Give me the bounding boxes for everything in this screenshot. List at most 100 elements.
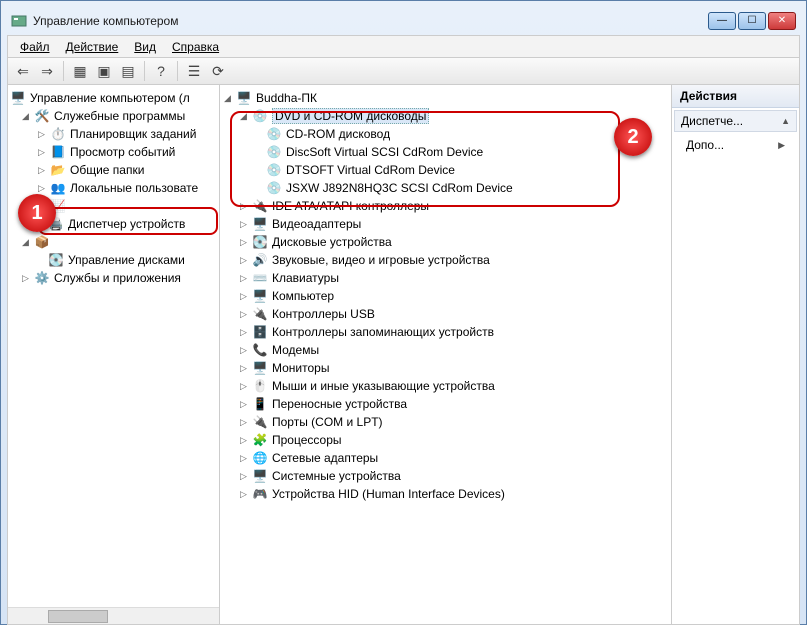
dev-system[interactable]: ▷🖥️Системные устройства — [222, 467, 669, 485]
collapse-icon[interactable]: ◢ — [20, 237, 31, 248]
dev-hid[interactable]: ▷🎮Устройства HID (Human Interface Device… — [222, 485, 669, 503]
left-pane: 🖥️ Управление компьютером (л ◢ 🛠️ Служеб… — [8, 85, 220, 624]
forward-button[interactable]: ⇒ — [36, 60, 58, 82]
view-button[interactable]: ▣ — [93, 60, 115, 82]
toolbar: ⇐ ⇒ ▦ ▣ ▤ ? ☰ ⟳ — [7, 57, 800, 85]
dev-net[interactable]: ▷🌐Сетевые адаптеры — [222, 449, 669, 467]
cdrom-icon: 💿 — [266, 180, 282, 196]
tree-task-scheduler[interactable]: ▷ ⏱️ Планировщик заданий — [10, 125, 217, 143]
tools-icon: 🛠️ — [34, 108, 50, 124]
expand-icon[interactable]: ▷ — [36, 183, 47, 194]
actions-pane: Действия Диспетче... ▲ Допо... ▶ — [671, 85, 799, 624]
keyboard-icon: ⌨️ — [252, 270, 268, 286]
dev-cpu[interactable]: ▷🧩Процессоры — [222, 431, 669, 449]
display-icon: 🖥️ — [252, 216, 268, 232]
cdrom-icon: 💿 — [266, 126, 282, 142]
menu-file[interactable]: Файл — [14, 38, 56, 56]
dev-mouse[interactable]: ▷🖱️Мыши и иные указывающие устройства — [222, 377, 669, 395]
log-icon: 📘 — [50, 144, 66, 160]
menu-view[interactable]: Вид — [128, 38, 162, 56]
dev-modem[interactable]: ▷📞Модемы — [222, 341, 669, 359]
share-icon: 📂 — [50, 162, 66, 178]
modem-icon: 📞 — [252, 342, 268, 358]
dev-ports[interactable]: ▷🔌Порты (COM и LPT) — [222, 413, 669, 431]
device-tree[interactable]: ◢ 🖥️ Buddha-ПК ◢ 💿 DVD и CD-ROM дисковод… — [220, 85, 671, 507]
portable-icon: 📱 — [252, 396, 268, 412]
services-icon: ⚙️ — [34, 270, 50, 286]
tree-storage[interactable]: ◢ 📦 — [10, 233, 217, 251]
collapse-icon[interactable]: ◢ — [238, 111, 249, 122]
storage-ctl-icon: 🗄️ — [252, 324, 268, 340]
left-scrollbar[interactable] — [8, 607, 219, 624]
maximize-button[interactable]: ☐ — [738, 12, 766, 30]
tree-shared-folders[interactable]: ▷ 📂 Общие папки — [10, 161, 217, 179]
tree-disk-mgmt[interactable]: 💽 Управление дисками — [10, 251, 217, 269]
dev-ide[interactable]: ▷🔌IDE ATA/ATAPI контроллеры — [222, 197, 669, 215]
cdrom-icon: 💿 — [252, 108, 268, 124]
users-icon: 👥 — [50, 180, 66, 196]
dev-keyboard[interactable]: ▷⌨️Клавиатуры — [222, 269, 669, 287]
actions-header: Действия — [672, 85, 799, 108]
port-icon: 🔌 — [252, 414, 268, 430]
computer-icon: 🖥️ — [10, 90, 26, 106]
tree-services[interactable]: ▷ ⚙️ Службы и приложения — [10, 269, 217, 287]
dev-usb[interactable]: ▷🔌Контроллеры USB — [222, 305, 669, 323]
monitor-icon: 🖥️ — [252, 360, 268, 376]
collapse-icon[interactable]: ◢ — [20, 111, 31, 122]
window-title: Управление компьютером — [33, 14, 708, 28]
dev-sound[interactable]: ▷🔊Звуковые, видео и игровые устройства — [222, 251, 669, 269]
cpu-icon: 🧩 — [252, 432, 268, 448]
properties-button[interactable]: ▦ — [69, 60, 91, 82]
menubar: Файл Действие Вид Справка — [7, 35, 800, 57]
dev-portable[interactable]: ▷📱Переносные устройства — [222, 395, 669, 413]
back-button[interactable]: ⇐ — [12, 60, 34, 82]
tree-system-tools[interactable]: ◢ 🛠️ Служебные программы — [10, 107, 217, 125]
annotation-badge-2: 2 — [614, 118, 652, 156]
view2-button[interactable]: ▤ — [117, 60, 139, 82]
expand-icon[interactable]: ▷ — [36, 147, 47, 158]
expand-icon[interactable]: ▷ — [36, 129, 47, 140]
dev-video[interactable]: ▷🖥️Видеоадаптеры — [222, 215, 669, 233]
menu-action[interactable]: Действие — [60, 38, 125, 56]
hid-icon: 🎮 — [252, 486, 268, 502]
scan-button[interactable]: ⟳ — [207, 60, 229, 82]
chevron-up-icon: ▲ — [781, 116, 790, 126]
network-icon: 🌐 — [252, 450, 268, 466]
expand-icon[interactable]: ▷ — [20, 273, 31, 284]
dev-dvd-category[interactable]: ◢ 💿 DVD и CD-ROM дисководы — [222, 107, 669, 125]
sound-icon: 🔊 — [252, 252, 268, 268]
hdd-icon: 💽 — [252, 234, 268, 250]
help-button[interactable]: ? — [150, 60, 172, 82]
actions-subheader[interactable]: Диспетче... ▲ — [674, 110, 797, 132]
dev-storagectl[interactable]: ▷🗄️Контроллеры запоминающих устройств — [222, 323, 669, 341]
actions-more[interactable]: Допо... ▶ — [672, 134, 799, 156]
dev-computer[interactable]: ▷🖥️Компьютер — [222, 287, 669, 305]
clock-icon: ⏱️ — [50, 126, 66, 142]
ide-icon: 🔌 — [252, 198, 268, 214]
disk-icon: 💽 — [48, 252, 64, 268]
close-button[interactable]: ✕ — [768, 12, 796, 30]
tree-event-viewer[interactable]: ▷ 📘 Просмотр событий — [10, 143, 217, 161]
collapse-icon[interactable]: ◢ — [222, 93, 233, 104]
minimize-button[interactable]: — — [708, 12, 736, 30]
app-icon — [11, 13, 27, 29]
expand-icon[interactable]: ▷ — [36, 165, 47, 176]
refresh-button[interactable]: ☰ — [183, 60, 205, 82]
dev-cdrom[interactable]: 💿 CD-ROM дисковод — [222, 125, 669, 143]
storage-icon: 📦 — [34, 234, 50, 250]
pc-icon: 🖥️ — [236, 90, 252, 106]
menu-help[interactable]: Справка — [166, 38, 225, 56]
mgmt-tree[interactable]: 🖥️ Управление компьютером (л ◢ 🛠️ Служеб… — [8, 85, 219, 607]
usb-icon: 🔌 — [252, 306, 268, 322]
computer-icon: 🖥️ — [252, 288, 268, 304]
titlebar: Управление компьютером — ☐ ✕ — [7, 7, 800, 35]
dev-discsoft[interactable]: 💿 DiscSoft Virtual SCSI CdRom Device — [222, 143, 669, 161]
tree-root[interactable]: 🖥️ Управление компьютером (л — [10, 89, 217, 107]
dev-disk[interactable]: ▷💽Дисковые устройства — [222, 233, 669, 251]
dev-monitor[interactable]: ▷🖥️Мониторы — [222, 359, 669, 377]
dev-dtsoft[interactable]: 💿 DTSOFT Virtual CdRom Device — [222, 161, 669, 179]
dev-root[interactable]: ◢ 🖥️ Buddha-ПК — [222, 89, 669, 107]
dev-jsxw[interactable]: 💿 JSXW J892N8HQ3C SCSI CdRom Device — [222, 179, 669, 197]
system-icon: 🖥️ — [252, 468, 268, 484]
mouse-icon: 🖱️ — [252, 378, 268, 394]
